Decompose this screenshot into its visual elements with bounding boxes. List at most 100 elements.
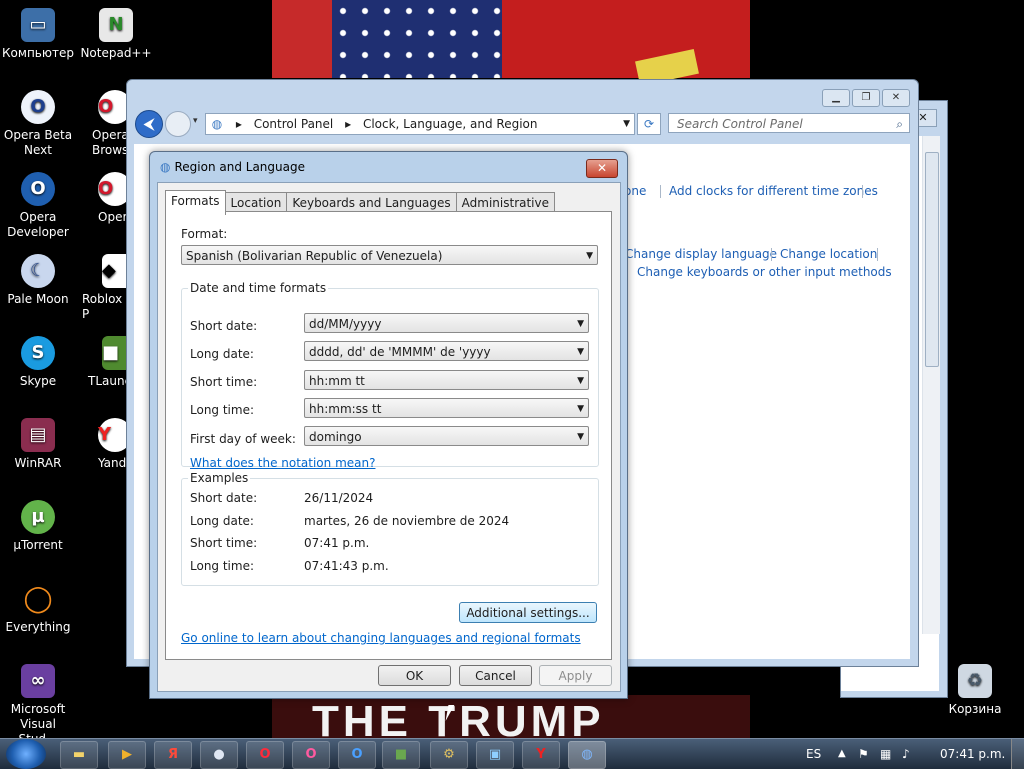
link-change-display-language[interactable]: Change display language: [625, 247, 777, 261]
desktop-icon-recycle-bin[interactable]: ♻ Корзина: [937, 664, 1013, 717]
search-input[interactable]: Search Control Panel ⌕: [668, 113, 910, 133]
language-indicator[interactable]: ES: [806, 739, 821, 769]
taskbar-media-player[interactable]: ▶: [108, 741, 146, 769]
desktop-icon-winrar[interactable]: ▤ WinRAR: [0, 418, 76, 471]
forward-button[interactable]: [165, 111, 191, 137]
scrollbar-thumb[interactable]: [925, 152, 939, 367]
apply-button[interactable]: Apply: [539, 665, 612, 686]
link-change-keyboards[interactable]: Change keyboards or other input methods: [637, 265, 892, 279]
desktop-icon-pale-moon[interactable]: ☾ Pale Moon: [0, 254, 76, 307]
first-day-select[interactable]: domingo ▼: [304, 426, 589, 446]
link-add-clocks[interactable]: Add clocks for different time zones: [669, 184, 878, 198]
close-button[interactable]: ✕: [882, 89, 910, 107]
example-short-date-value: 26/11/2024: [304, 491, 374, 505]
format-select[interactable]: Spanish (Bolivarian Republic of Venezuel…: [181, 245, 598, 265]
tray-expand-icon[interactable]: ▲: [838, 739, 846, 769]
desktop-icon-label: Roblox P: [82, 292, 123, 321]
tab-location[interactable]: Location: [224, 192, 288, 213]
vertical-scrollbar[interactable]: [922, 136, 940, 634]
taskbar-pale-moon[interactable]: ●: [200, 741, 238, 769]
long-date-select[interactable]: dddd, dd' de 'MMMM' de 'yyyy ▼: [304, 341, 589, 361]
desktop-icon-opera-browser[interactable]: O Opera Brows: [78, 90, 130, 158]
long-time-select[interactable]: hh:mm:ss tt ▼: [304, 398, 589, 418]
taskbar-yandex[interactable]: Я: [154, 741, 192, 769]
tab-keyboards-languages[interactable]: Keyboards and Languages: [286, 192, 457, 213]
show-desktop-button[interactable]: [1011, 739, 1024, 769]
taskbar-opera[interactable]: O: [246, 741, 284, 769]
opera-beta-icon: O: [21, 90, 55, 124]
clock[interactable]: 07:41 p.m.: [940, 739, 1005, 769]
link-change-location[interactable]: Change location: [780, 247, 877, 261]
breadcrumb-clock-language-region[interactable]: Clock, Language, and Region: [363, 117, 538, 131]
back-button[interactable]: ⮜: [135, 110, 163, 138]
desktop-icon-computer[interactable]: ▭ Компьютер: [0, 8, 76, 61]
ok-button[interactable]: OK: [378, 665, 451, 686]
control-panel-icon: ◍: [581, 747, 593, 762]
desktop-icon-notepadpp[interactable]: N Notepad++: [78, 8, 154, 61]
short-time-value: hh:mm tt: [309, 374, 365, 388]
pale-moon-icon: ☾: [21, 254, 55, 288]
start-button[interactable]: [6, 739, 46, 769]
notepadpp-icon: N: [99, 8, 133, 42]
search-placeholder: Search Control Panel: [677, 117, 803, 131]
format-select-value: Spanish (Bolivarian Republic of Venezuel…: [186, 249, 443, 263]
network-icon[interactable]: ▦: [880, 739, 891, 769]
chevron-down-icon[interactable]: ▼: [623, 114, 630, 134]
breadcrumb-control-panel[interactable]: Control Panel: [254, 117, 334, 131]
first-day-label: First day of week:: [190, 432, 296, 446]
search-icon[interactable]: ⌕: [896, 114, 903, 134]
taskbar-yandex-browser[interactable]: Y: [522, 741, 560, 769]
history-dropdown[interactable]: ▾: [193, 116, 198, 126]
tab-formats[interactable]: Formats: [165, 190, 226, 215]
maximize-button[interactable]: ❐: [852, 89, 880, 107]
folder-icon: ▬: [72, 747, 86, 762]
short-time-select[interactable]: hh:mm tt ▼: [304, 370, 589, 390]
desktop-icon-opera-beta[interactable]: O Opera Beta Next: [0, 90, 76, 158]
arrow-left-icon: ⮜: [143, 114, 155, 133]
breadcrumb-separator-icon: ▸: [345, 117, 352, 131]
short-date-value: dd/MM/yyyy: [309, 317, 382, 331]
desktop-icon-skype[interactable]: S Skype: [0, 336, 76, 389]
taskbar-explorer[interactable]: ▬: [60, 741, 98, 769]
taskbar-control-panel[interactable]: ◍: [568, 741, 606, 769]
cancel-button[interactable]: Cancel: [459, 665, 532, 686]
volume-icon[interactable]: ♪: [902, 739, 910, 769]
additional-settings-button[interactable]: Additional settings...: [459, 602, 597, 623]
example-long-date-value: martes, 26 de noviembre de 2024: [304, 514, 510, 528]
example-long-time-label: Long time:: [190, 559, 255, 573]
desktop-icon-utorrent[interactable]: µ µTorrent: [0, 500, 76, 553]
dialog-close-button[interactable]: ✕: [586, 159, 618, 178]
desktop-icon-everything[interactable]: ◯ Everything: [0, 582, 76, 635]
desktop-icon-label: Everything: [5, 620, 71, 634]
minimize-button[interactable]: ▁: [822, 89, 850, 107]
taskbar-region-dialog[interactable]: ▣: [476, 741, 514, 769]
desktop-icon-yandex[interactable]: Y Yand: [78, 418, 130, 471]
chevron-down-icon: ▼: [577, 432, 584, 442]
taskbar-app[interactable]: ⚙: [430, 741, 468, 769]
long-time-label: Long time:: [190, 403, 255, 417]
desktop-icon-roblox[interactable]: ◆ Roblox P: [78, 254, 130, 322]
yandex-browser-icon: Y: [536, 747, 546, 762]
close-icon: ✕: [596, 161, 608, 175]
desktop-icon-label: TLaunc: [88, 374, 130, 388]
short-time-label: Short time:: [190, 375, 258, 389]
short-date-select[interactable]: dd/MM/yyyy ▼: [304, 313, 589, 333]
taskbar-opera-gx[interactable]: O: [292, 741, 330, 769]
refresh-button[interactable]: ⟳: [637, 113, 661, 135]
format-label: Format:: [181, 227, 228, 241]
online-help-link[interactable]: Go online to learn about changing langua…: [181, 631, 581, 645]
opera-developer-icon: O: [21, 172, 55, 206]
desktop-icon-tlauncher[interactable]: ■ TLaunc: [78, 336, 130, 389]
desktop-icon-visual-studio[interactable]: ∞Microsoft Visual Stud...: [0, 664, 76, 747]
desktop-icon-opera[interactable]: O Oper: [78, 172, 130, 225]
tab-administrative[interactable]: Administrative: [455, 192, 556, 213]
yandex-icon: Я: [167, 747, 178, 762]
notation-help-link[interactable]: What does the notation mean?: [190, 456, 375, 470]
address-bar[interactable]: ◍ ▸ Control Panel ▸ Clock, Language, and…: [205, 113, 635, 135]
taskbar-minecraft[interactable]: ■: [382, 741, 420, 769]
taskbar-opera-dev[interactable]: O: [338, 741, 376, 769]
examples-group-label: Examples: [188, 471, 251, 485]
flag-icon[interactable]: ⚑: [858, 739, 869, 769]
desktop-icon-opera-developer[interactable]: O Opera Developer: [0, 172, 76, 240]
desktop-icon-label: Компьютер: [2, 46, 74, 60]
